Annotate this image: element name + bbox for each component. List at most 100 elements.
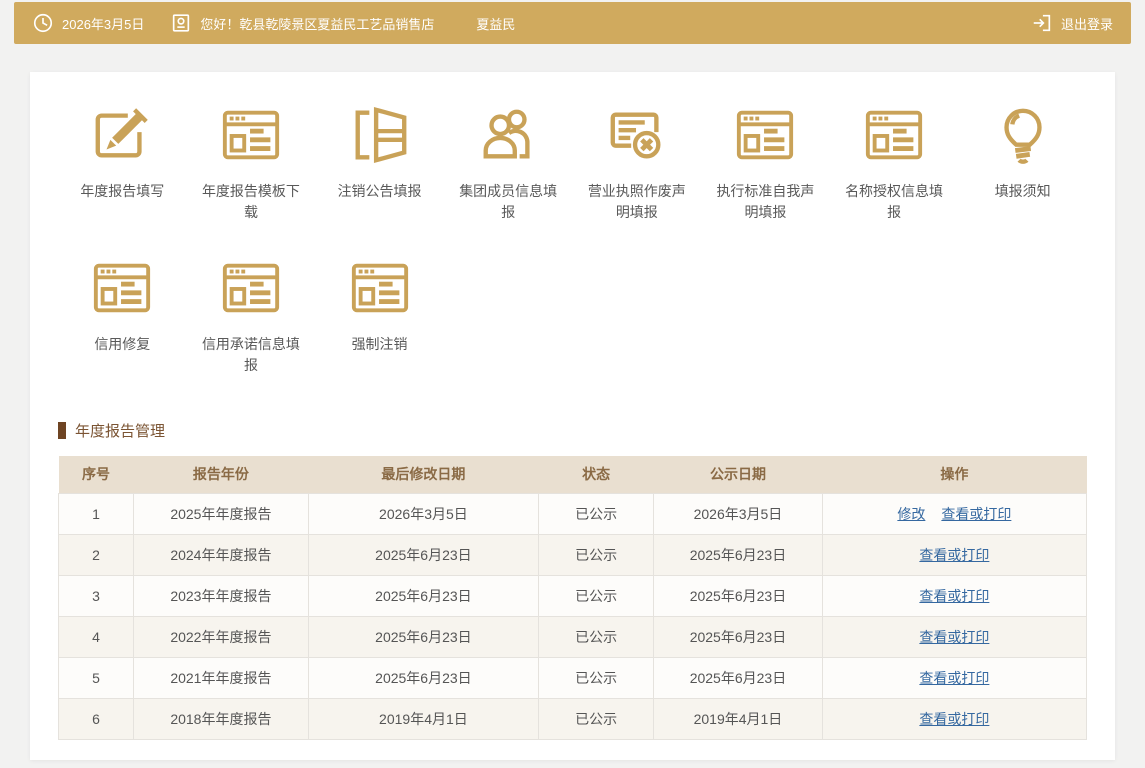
cell-year: 2024年年度报告 [134, 534, 309, 575]
table-row: 6 2018年年度报告 2019年4月1日 已公示 2019年4月1日 查看或打… [59, 698, 1087, 739]
cell-no: 4 [59, 616, 134, 657]
browser-form-icon [220, 257, 282, 319]
cell-status: 已公示 [539, 616, 654, 657]
annual-report-section: 年度报告管理 序号 报告年份 最后修改日期 状态 公示日期 操作 [58, 420, 1087, 740]
menu-item-label: 信用承诺信息填报 [199, 334, 303, 376]
browser-form-icon [220, 104, 282, 166]
pencil-box-icon [91, 104, 153, 166]
menu-item-credit-repair[interactable]: 信用修复 [58, 257, 187, 376]
section-title: 年度报告管理 [75, 420, 165, 441]
edit-link[interactable]: 修改 [897, 504, 925, 524]
bulb-icon [992, 104, 1054, 166]
cell-no: 1 [59, 493, 134, 534]
cell-published: 2025年6月23日 [654, 575, 823, 616]
cell-year: 2023年年度报告 [134, 575, 309, 616]
col-header-status: 状态 [539, 456, 654, 493]
menu-item-label: 强制注销 [352, 334, 408, 355]
cell-status: 已公示 [539, 657, 654, 698]
col-header-actions: 操作 [822, 456, 1086, 493]
username-link[interactable]: 夏益民 [476, 14, 515, 33]
cell-modified: 2026年3月5日 [308, 493, 538, 534]
annual-report-table: 序号 报告年份 最后修改日期 状态 公示日期 操作 1 2025年年度报告 20… [58, 456, 1087, 740]
view-print-link[interactable]: 查看或打印 [919, 545, 989, 565]
menu-item-label: 信用修复 [94, 334, 150, 355]
cell-status: 已公示 [539, 493, 654, 534]
menu-item-label: 营业执照作废声明填报 [585, 181, 689, 223]
cell-no: 3 [59, 575, 134, 616]
cell-modified: 2025年6月23日 [308, 657, 538, 698]
cell-year: 2021年年度报告 [134, 657, 309, 698]
cell-published: 2025年6月23日 [654, 534, 823, 575]
menu-item-label: 注销公告填报 [338, 181, 422, 202]
section-marker [58, 422, 66, 439]
doc-export-icon [349, 104, 411, 166]
logout-icon [1031, 12, 1053, 34]
menu-item-forced-cancellation[interactable]: 强制注销 [315, 257, 444, 376]
menu-item-group-members[interactable]: 集团成员信息填报 [444, 104, 573, 223]
cell-published: 2025年6月23日 [654, 616, 823, 657]
view-print-link[interactable]: 查看或打印 [919, 627, 989, 647]
greeting-text: 您好！乾县乾陵景区夏益民工艺品销售店 [200, 14, 434, 33]
menu-item-standard-self-declaration[interactable]: 执行标准自我声明填报 [701, 104, 830, 223]
cell-status: 已公示 [539, 534, 654, 575]
cell-no: 5 [59, 657, 134, 698]
table-row: 5 2021年年度报告 2025年6月23日 已公示 2025年6月23日 查看… [59, 657, 1087, 698]
cell-actions: 修改 查看或打印 [822, 493, 1086, 534]
cell-published: 2026年3月5日 [654, 493, 823, 534]
menu-item-annual-report-template[interactable]: 年度报告模板下载 [187, 104, 316, 223]
menu-item-label: 集团成员信息填报 [456, 181, 560, 223]
current-date: 2026年3月5日 [62, 14, 144, 33]
topbar-left: 2026年3月5日 您好！乾县乾陵景区夏益民工艺品销售店 夏益民 [32, 12, 515, 34]
logout-button[interactable]: 退出登录 [1031, 12, 1113, 34]
menu-item-license-void-declaration[interactable]: 营业执照作废声明填报 [573, 104, 702, 223]
table-header-row: 序号 报告年份 最后修改日期 状态 公示日期 操作 [59, 456, 1087, 493]
cell-actions: 查看或打印 [822, 698, 1086, 739]
cell-status: 已公示 [539, 575, 654, 616]
menu-item-credit-commitment[interactable]: 信用承诺信息填报 [187, 257, 316, 376]
id-card-icon [170, 12, 192, 34]
view-print-link[interactable]: 查看或打印 [919, 709, 989, 729]
table-row: 2 2024年年度报告 2025年6月23日 已公示 2025年6月23日 查看… [59, 534, 1087, 575]
menu-item-filing-notes[interactable]: 填报须知 [958, 104, 1087, 223]
table-row: 3 2023年年度报告 2025年6月23日 已公示 2025年6月23日 查看… [59, 575, 1087, 616]
cell-year: 2018年年度报告 [134, 698, 309, 739]
view-print-link[interactable]: 查看或打印 [941, 504, 1011, 524]
clock-icon [32, 12, 54, 34]
menu-grid: 年度报告填写 年度报告模板下载 注销公告填报 集团成员信息填报 [58, 104, 1087, 376]
cell-no: 6 [59, 698, 134, 739]
cell-modified: 2025年6月23日 [308, 616, 538, 657]
menu-item-label: 填报须知 [995, 181, 1051, 202]
cell-no: 2 [59, 534, 134, 575]
table-row: 4 2022年年度报告 2025年6月23日 已公示 2025年6月23日 查看… [59, 616, 1087, 657]
cell-year: 2022年年度报告 [134, 616, 309, 657]
cell-published: 2019年4月1日 [654, 698, 823, 739]
cell-status: 已公示 [539, 698, 654, 739]
browser-form-icon [91, 257, 153, 319]
section-head: 年度报告管理 [58, 420, 1087, 441]
main-card: 年度报告填写 年度报告模板下载 注销公告填报 集团成员信息填报 [30, 72, 1115, 760]
menu-item-label: 名称授权信息填报 [842, 181, 946, 223]
doc-void-icon [606, 104, 668, 166]
browser-form-icon [734, 104, 796, 166]
col-header-no: 序号 [59, 456, 134, 493]
col-header-year: 报告年份 [134, 456, 309, 493]
logout-label: 退出登录 [1061, 14, 1113, 33]
view-print-link[interactable]: 查看或打印 [919, 668, 989, 688]
cell-published: 2025年6月23日 [654, 657, 823, 698]
menu-item-name-authorization[interactable]: 名称授权信息填报 [830, 104, 959, 223]
menu-item-annual-report-write[interactable]: 年度报告填写 [58, 104, 187, 223]
view-print-link[interactable]: 查看或打印 [919, 586, 989, 606]
menu-item-label: 年度报告填写 [80, 181, 164, 202]
topbar: 2026年3月5日 您好！乾县乾陵景区夏益民工艺品销售店 夏益民 退出登录 [14, 2, 1131, 44]
menu-item-cancellation-notice[interactable]: 注销公告填报 [315, 104, 444, 223]
cell-actions: 查看或打印 [822, 575, 1086, 616]
cell-modified: 2025年6月23日 [308, 575, 538, 616]
table-row: 1 2025年年度报告 2026年3月5日 已公示 2026年3月5日 修改 查… [59, 493, 1087, 534]
col-header-modified: 最后修改日期 [308, 456, 538, 493]
people-icon [477, 104, 539, 166]
browser-form-icon [349, 257, 411, 319]
browser-form-icon [863, 104, 925, 166]
menu-item-label: 执行标准自我声明填报 [713, 181, 817, 223]
menu-item-label: 年度报告模板下载 [199, 181, 303, 223]
cell-year: 2025年年度报告 [134, 493, 309, 534]
